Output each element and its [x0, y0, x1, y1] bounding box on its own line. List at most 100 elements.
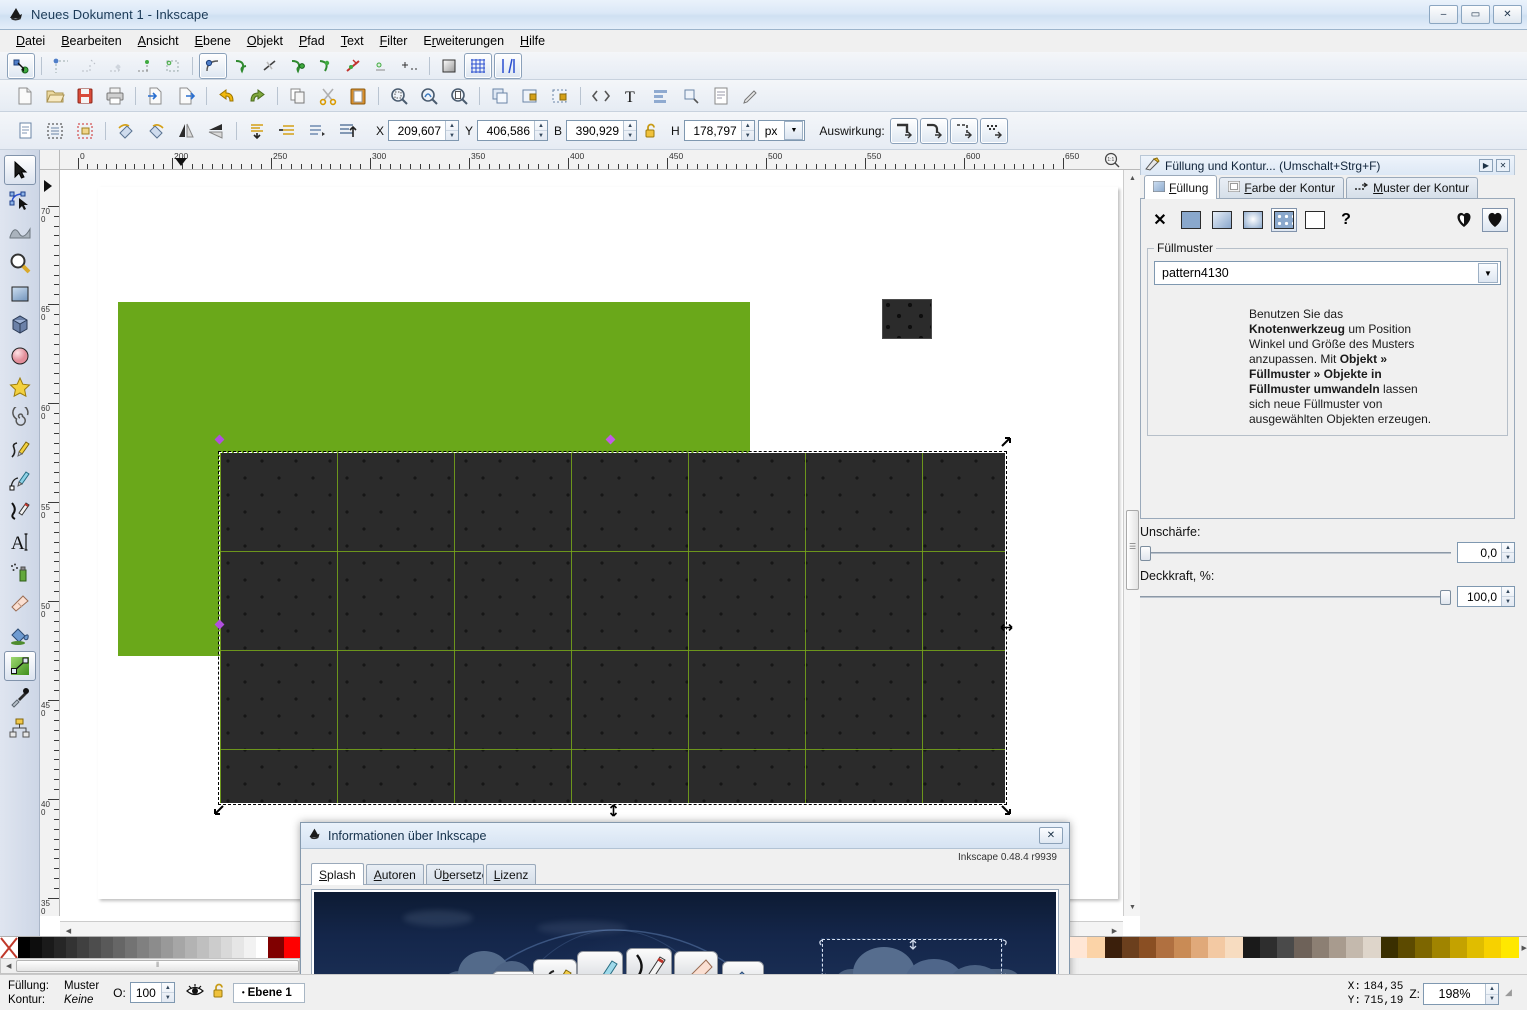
menu-text[interactable]: Text [333, 32, 372, 50]
export-icon[interactable] [172, 83, 200, 109]
select-all-icon[interactable] [11, 118, 39, 144]
palette-swatch[interactable] [1156, 937, 1174, 958]
dropper-tool-icon[interactable] [4, 682, 36, 712]
snap-bbox-centers-icon[interactable] [160, 54, 186, 78]
snap-smooth-nodes-icon[interactable] [313, 54, 339, 78]
height-spinner[interactable]: ▲ ▼ [740, 121, 754, 140]
palette-swatch[interactable] [1190, 937, 1208, 958]
resize-handle-nw[interactable] [212, 804, 225, 817]
palette-swatch[interactable] [172, 937, 185, 958]
zoom-selection-icon[interactable] [385, 83, 413, 109]
palette-swatch[interactable] [113, 937, 126, 958]
blur-slider[interactable] [1140, 545, 1451, 561]
palette-swatch[interactable] [1311, 937, 1329, 958]
unit-select[interactable]: px ▼ [757, 120, 806, 141]
text-tool-icon[interactable]: A [4, 527, 36, 557]
tab-fuellung[interactable]: Füllung [1144, 175, 1218, 199]
palette-swatch[interactable] [29, 937, 42, 958]
preferences-icon[interactable] [737, 83, 765, 109]
lock-open-icon[interactable] [211, 983, 227, 1002]
palette-swatch[interactable] [232, 937, 245, 958]
deselect-icon[interactable] [71, 118, 99, 144]
xml-editor-icon[interactable] [587, 83, 615, 109]
palette-swatch[interactable] [1328, 937, 1346, 958]
tab-autoren[interactable]: Autoren [365, 864, 424, 884]
scroll-down-icon[interactable]: ▼ [1124, 899, 1141, 916]
menu-erweiterungen[interactable]: Erweiterungen [415, 32, 512, 50]
palette-swatch[interactable] [1397, 937, 1415, 958]
palette-swatch[interactable] [1208, 937, 1226, 958]
palette-swatch[interactable] [1242, 937, 1260, 958]
node-tool-icon[interactable] [4, 186, 36, 216]
about-dialog-close-button[interactable]: ✕ [1039, 827, 1063, 844]
x-input[interactable]: 209,607 ▲ ▼ [388, 120, 460, 141]
calligraphy-tool-icon[interactable] [4, 496, 36, 526]
palette-swatch[interactable] [184, 937, 197, 958]
palette-swatch[interactable] [1449, 937, 1467, 958]
palette-swatch[interactable] [1104, 937, 1122, 958]
close-button[interactable]: ✕ [1493, 5, 1522, 24]
dock-close-button[interactable]: ✕ [1496, 159, 1510, 172]
zoom-spinner[interactable]: ▲ ▼ [1485, 984, 1498, 1004]
palette-swatch[interactable] [256, 937, 269, 958]
vertical-ruler[interactable]: 700 650 600 550 500 450 400 350 [40, 170, 60, 916]
zoom-tool-icon[interactable] [4, 248, 36, 278]
no-color-icon[interactable] [0, 937, 18, 959]
palette-swatch[interactable] [89, 937, 102, 958]
zoom-1-to-1-icon[interactable]: 1:1 [1104, 152, 1120, 168]
redo-icon[interactable] [243, 83, 271, 109]
width-input[interactable]: 390,929 ▲ ▼ [566, 120, 638, 141]
snap-grid-icon[interactable] [464, 52, 492, 79]
pattern-fill-icon[interactable] [1271, 208, 1297, 232]
pattern-swatch-object[interactable] [882, 299, 932, 339]
text-tool-icon[interactable]: T [617, 83, 645, 109]
snap-path-intersections-icon[interactable] [257, 54, 283, 78]
y-spinner[interactable]: ▲ ▼ [534, 121, 548, 140]
zoom-drawing-icon[interactable] [415, 83, 443, 109]
drawing-canvas[interactable] [60, 170, 1123, 916]
palette-swatch[interactable] [1070, 937, 1088, 958]
resize-handle-se[interactable] [1000, 804, 1013, 817]
selector-tool-icon[interactable] [4, 155, 36, 185]
palette-left[interactable] [0, 936, 301, 959]
eye-icon[interactable] [185, 983, 205, 1002]
save-document-icon[interactable] [71, 83, 99, 109]
nonzero-fillrule-icon[interactable] [1482, 208, 1508, 232]
width-spinner[interactable]: ▲ ▼ [623, 121, 637, 140]
menu-bearbeiten[interactable]: Bearbeiten [53, 32, 129, 50]
palette-swatch[interactable] [1087, 937, 1105, 958]
resize-handle-s[interactable] [607, 804, 620, 817]
select-all-in-layers-icon[interactable] [41, 118, 69, 144]
tab-lizenz[interactable]: Lizenz [485, 864, 537, 884]
flip-horizontal-icon[interactable] [172, 118, 200, 144]
ellipse-tool-icon[interactable] [4, 341, 36, 371]
lower-to-bottom-icon[interactable] [243, 118, 271, 144]
palette-swatch[interactable] [284, 937, 301, 958]
zoom-input[interactable]: 198% ▲ ▼ [1423, 983, 1499, 1005]
horizontal-ruler[interactable]: 0 200 250 300 350 400 450 500 550 600 650 [60, 150, 1140, 170]
snap-bbox-edges-icon[interactable] [76, 54, 102, 78]
swatch-fill-icon[interactable] [1302, 208, 1328, 232]
chevron-right-icon[interactable]: ▶ [1522, 937, 1527, 958]
pattern-filled-object[interactable] [220, 453, 1005, 803]
status-opacity-input[interactable]: 100 ▲ ▼ [129, 982, 175, 1003]
blur-slider-thumb[interactable] [1140, 545, 1151, 561]
align-distribute-icon[interactable] [647, 83, 675, 109]
palette-swatch[interactable] [1380, 937, 1398, 958]
palette-swatch[interactable] [149, 937, 161, 958]
document-properties-icon[interactable] [707, 83, 735, 109]
palette-swatch[interactable] [77, 937, 90, 958]
rotate-ccw-90-icon[interactable] [112, 118, 140, 144]
palette-swatch[interactable] [244, 937, 257, 958]
menu-pfad[interactable]: Pfad [291, 32, 333, 50]
star-tool-icon[interactable] [4, 372, 36, 402]
rotate-cw-90-icon[interactable] [142, 118, 170, 144]
fill-stroke-indicator[interactable]: Füllung: Muster Kontur: Keine [8, 979, 99, 1007]
snap-bounding-box-icon[interactable] [48, 54, 74, 78]
palette-right[interactable]: ▶ [1070, 936, 1527, 958]
canvas-vertical-scrollbar[interactable]: ▲ ☰ ▼ [1123, 170, 1140, 916]
x-spinner[interactable]: ▲ ▼ [445, 121, 459, 140]
import-icon[interactable] [142, 83, 170, 109]
flip-vertical-icon[interactable] [202, 118, 230, 144]
ungroup-icon[interactable] [546, 83, 574, 109]
